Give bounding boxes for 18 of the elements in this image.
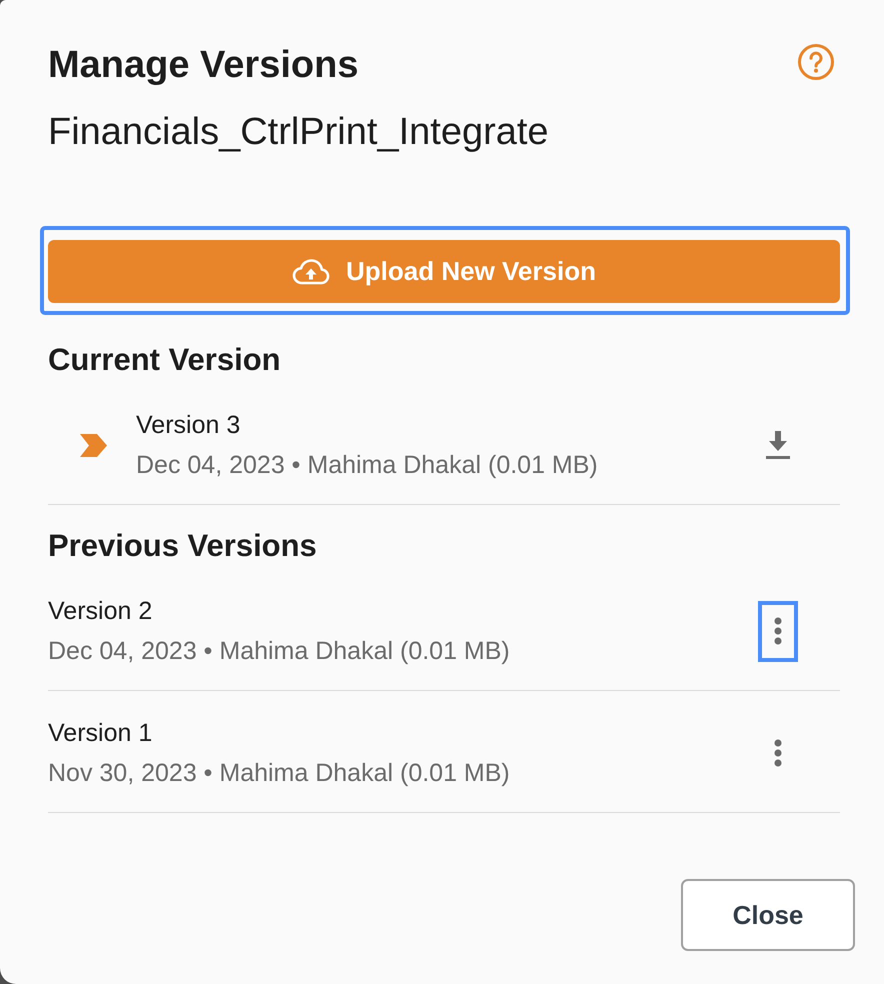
version-name: Version 1 (48, 718, 152, 749)
kebab-icon (774, 739, 782, 767)
more-options-button[interactable] (758, 600, 798, 662)
version-details: Dec 04, 2023 • Mahima Dhakal (0.01 MB) (48, 636, 510, 667)
close-button[interactable]: Close (681, 879, 855, 951)
cloud-upload-icon (292, 258, 330, 286)
kebab-icon (774, 617, 782, 645)
version-name: Version 3 (136, 410, 240, 441)
help-icon[interactable] (797, 43, 835, 81)
version-details: Nov 30, 2023 • Mahima Dhakal (0.01 MB) (48, 758, 510, 789)
download-icon[interactable] (766, 431, 790, 459)
section-heading: Previous Versions (48, 527, 317, 565)
section-heading: Current Version (48, 341, 281, 379)
dialog-title: Manage Versions (48, 43, 358, 87)
version-details: Dec 04, 2023 • Mahima Dhakal (0.01 MB) (136, 450, 598, 481)
file-name: Financials_CtrlPrint_Integrate (48, 110, 549, 155)
chevron-icon (80, 434, 107, 456)
version-name: Version 2 (48, 596, 152, 627)
